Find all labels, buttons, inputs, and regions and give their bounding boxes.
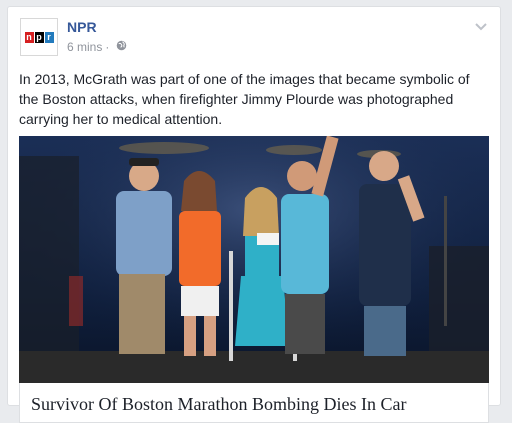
post-text: In 2013, McGrath was part of one of the … [19,71,470,127]
globe-icon[interactable] [116,40,127,54]
avatar-letter-p: p [34,31,44,43]
post-photo[interactable] [19,136,489,383]
post-meta: 6 mins · [67,40,127,54]
post-timestamp[interactable]: 6 mins [67,40,102,54]
post-card: n p r NPR 6 mins · In 2013, McGrath was … [7,6,501,423]
npr-avatar[interactable]: n p r [20,18,58,56]
meta-separator: · [105,40,110,54]
avatar-letter-r: r [44,31,54,43]
link-preview[interactable]: Survivor Of Boston Marathon Bombing Dies… [19,383,489,423]
page-name-link[interactable]: NPR [67,19,97,35]
chevron-down-icon[interactable] [474,19,488,31]
avatar-letter-n: n [24,31,34,43]
link-title[interactable]: Survivor Of Boston Marathon Bombing Dies… [31,394,481,415]
